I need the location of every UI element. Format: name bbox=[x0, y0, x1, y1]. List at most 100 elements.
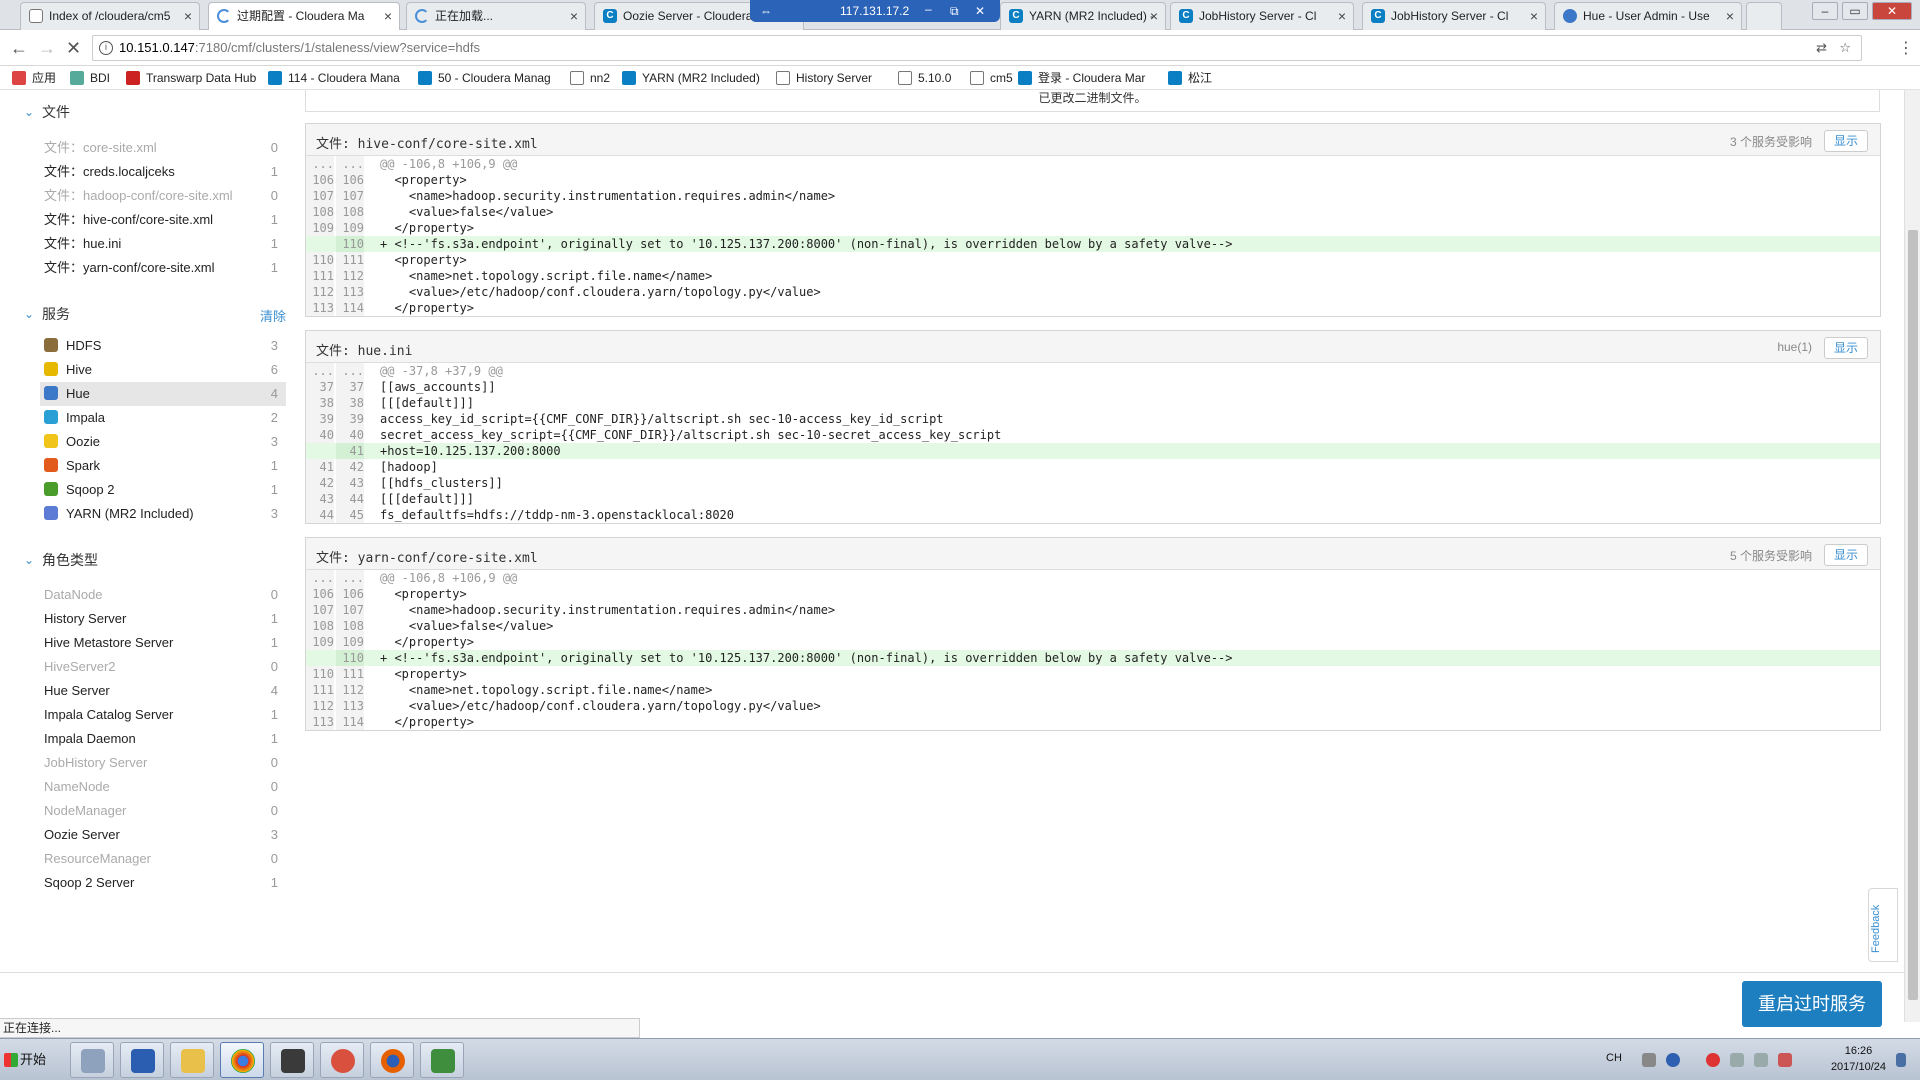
star-icon[interactable]: ☆ bbox=[1839, 36, 1851, 60]
bookmark-item[interactable]: cm5 bbox=[970, 69, 1013, 87]
sidebar-role-item[interactable]: History Server 1 bbox=[40, 607, 286, 631]
taskbar-firefox[interactable] bbox=[370, 1042, 414, 1078]
tab-close-icon[interactable]: × bbox=[1150, 3, 1158, 29]
tab-close-icon[interactable]: × bbox=[384, 3, 392, 29]
new-line-number: 112 bbox=[336, 682, 364, 698]
browser-tab[interactable]: C JobHistory Server - Cl × bbox=[1362, 2, 1546, 30]
restart-stale-services-button[interactable]: 重启过时服务 bbox=[1742, 981, 1882, 1027]
window-maximize-button[interactable]: ▭ bbox=[1842, 2, 1868, 20]
browser-tab[interactable]: Index of /cloudera/cm5 × bbox=[20, 2, 200, 30]
clock[interactable]: 16:26 2017/10/24 bbox=[1831, 1043, 1886, 1075]
restore-icon[interactable]: ⧉ bbox=[950, 0, 959, 22]
sidebar-service-item[interactable]: Spark 1 bbox=[40, 454, 286, 478]
scrollbar-thumb[interactable] bbox=[1908, 230, 1918, 1000]
bookmark-item[interactable]: YARN (MR2 Included) bbox=[622, 69, 760, 87]
sidebar-role-item[interactable]: Sqoop 2 Server 1 bbox=[40, 871, 286, 895]
sidebar-service-item[interactable]: Impala 2 bbox=[40, 406, 286, 430]
bookmark-item[interactable]: 114 - Cloudera Mana bbox=[268, 69, 400, 87]
bookmark-item[interactable]: Transwarp Data Hub bbox=[126, 69, 256, 87]
services-section-header[interactable]: ⌄ 服务 bbox=[24, 304, 70, 324]
sidebar-file-item[interactable]: 文件：hadoop-conf/core-site.xml 0 bbox=[40, 184, 286, 208]
minimize-icon[interactable]: – bbox=[925, 0, 932, 20]
sidebar-service-item[interactable]: Hue 4 bbox=[40, 382, 286, 406]
show-button[interactable]: 显示 bbox=[1824, 130, 1868, 152]
bookmark-item[interactable]: History Server bbox=[776, 69, 872, 87]
sidebar-file-item[interactable]: 文件：core-site.xml 0 bbox=[40, 136, 286, 160]
taskbar-explorer[interactable] bbox=[170, 1042, 214, 1078]
flag-icon[interactable] bbox=[1730, 1053, 1744, 1067]
sidebar-role-item[interactable]: Impala Catalog Server 1 bbox=[40, 703, 286, 727]
sidebar-role-item[interactable]: NodeManager 0 bbox=[40, 799, 286, 823]
tab-close-icon[interactable]: × bbox=[184, 3, 192, 29]
info-icon[interactable]: i bbox=[99, 41, 113, 55]
sidebar-role-item[interactable]: NameNode 0 bbox=[40, 775, 286, 799]
alert-icon[interactable] bbox=[1706, 1053, 1720, 1067]
menu-icon[interactable]: ⋮ bbox=[1898, 38, 1914, 58]
forward-arrow-icon[interactable]: → bbox=[38, 38, 56, 58]
new-tab-button[interactable] bbox=[1746, 2, 1782, 30]
page-scrollbar[interactable] bbox=[1904, 90, 1920, 1022]
bookmark-item[interactable]: 应用 bbox=[12, 69, 56, 87]
window-close-button[interactable]: ✕ bbox=[1872, 2, 1912, 20]
sidebar-role-item[interactable]: HiveServer2 0 bbox=[40, 655, 286, 679]
tab-close-icon[interactable]: × bbox=[1338, 3, 1346, 29]
browser-tab[interactable]: C JobHistory Server - Cl × bbox=[1170, 2, 1354, 30]
close-icon[interactable]: ✕ bbox=[975, 0, 985, 22]
volume-icon[interactable] bbox=[1778, 1053, 1792, 1067]
browser-tab[interactable]: Hue - User Admin - Use × bbox=[1554, 2, 1742, 30]
browser-tab[interactable]: C YARN (MR2 Included) - × bbox=[1000, 2, 1166, 30]
translate-icon[interactable]: ⇄ bbox=[1816, 36, 1827, 60]
tab-close-icon[interactable]: × bbox=[570, 3, 578, 29]
network-icon[interactable] bbox=[1754, 1053, 1768, 1067]
pin-icon[interactable]: ⇔ bbox=[760, 0, 772, 22]
sidebar-service-item[interactable]: Oozie 3 bbox=[40, 430, 286, 454]
sidebar-service-item[interactable]: Sqoop 2 1 bbox=[40, 478, 286, 502]
window-minimize-button[interactable]: – bbox=[1812, 2, 1838, 20]
bookmark-item[interactable]: 5.10.0 bbox=[898, 69, 951, 87]
taskbar-app-red[interactable] bbox=[320, 1042, 364, 1078]
browser-tab[interactable]: 过期配置 - Cloudera Ma × bbox=[208, 2, 400, 30]
browser-tab[interactable]: 正在加载... × bbox=[406, 2, 586, 30]
tab-close-icon[interactable]: × bbox=[1726, 3, 1734, 29]
back-arrow-icon[interactable]: ← bbox=[10, 38, 28, 58]
taskbar-app-green[interactable] bbox=[420, 1042, 464, 1078]
clear-filter-link[interactable]: 清除 bbox=[260, 306, 286, 325]
sidebar-file-item[interactable]: 文件：yarn-conf/core-site.xml 1 bbox=[40, 256, 286, 280]
sidebar-role-item[interactable]: ResourceManager 0 bbox=[40, 847, 286, 871]
sidebar-role-item[interactable]: DataNode 0 bbox=[40, 583, 286, 607]
role-types-section-header[interactable]: ⌄ 角色类型 bbox=[24, 550, 98, 570]
sidebar-service-item[interactable]: YARN (MR2 Included) 3 bbox=[40, 502, 286, 526]
url-input[interactable]: i 10.151.0.147:7180/cmf/clusters/1/stale… bbox=[92, 35, 1862, 61]
taskbar-powershell[interactable] bbox=[120, 1042, 164, 1078]
sidebar-file-item[interactable]: 文件：hue.ini 1 bbox=[40, 232, 286, 256]
taskbar-chrome[interactable] bbox=[220, 1042, 264, 1078]
bookmark-item[interactable]: 50 - Cloudera Manag bbox=[418, 69, 551, 87]
show-button[interactable]: 显示 bbox=[1824, 337, 1868, 359]
bookmark-item[interactable]: nn2 bbox=[570, 69, 610, 87]
taskbar-sublime[interactable] bbox=[270, 1042, 314, 1078]
sidebar-role-item[interactable]: Impala Daemon 1 bbox=[40, 727, 286, 751]
sidebar-file-item[interactable]: 文件：hive-conf/core-site.xml 1 bbox=[40, 208, 286, 232]
start-button[interactable]: 开始 bbox=[0, 1043, 50, 1077]
keyboard-icon[interactable] bbox=[1642, 1053, 1656, 1067]
stop-loading-icon[interactable]: ✕ bbox=[66, 38, 81, 58]
sidebar-role-item[interactable]: Oozie Server 3 bbox=[40, 823, 286, 847]
sidebar-role-item[interactable]: JobHistory Server 0 bbox=[40, 751, 286, 775]
sidebar-role-item[interactable]: Hue Server 4 bbox=[40, 679, 286, 703]
taskbar-server-manager[interactable] bbox=[70, 1042, 114, 1078]
bookmark-item[interactable]: BDI bbox=[70, 69, 110, 87]
sidebar-file-item[interactable]: 文件：creds.localjceks 1 bbox=[40, 160, 286, 184]
sidebar-service-item[interactable]: Hive 6 bbox=[40, 358, 286, 382]
help-icon[interactable] bbox=[1666, 1053, 1680, 1067]
feedback-tab[interactable]: Feedback bbox=[1868, 888, 1898, 962]
show-button[interactable]: 显示 bbox=[1824, 544, 1868, 566]
sidebar-role-item[interactable]: Hive Metastore Server 1 bbox=[40, 631, 286, 655]
remote-desktop-bar[interactable]: ⇔ 117.131.17.2 – ⧉ ✕ bbox=[750, 0, 1000, 22]
sidebar-service-item[interactable]: HDFS 3 bbox=[40, 334, 286, 358]
input-language[interactable]: CH bbox=[1606, 1052, 1622, 1064]
tab-close-icon[interactable]: × bbox=[1530, 3, 1538, 29]
files-section-header[interactable]: ⌄ 文件 bbox=[24, 102, 70, 122]
bookmark-item[interactable]: 登录 - Cloudera Mar bbox=[1018, 69, 1145, 87]
bookmark-item[interactable]: 松江 bbox=[1168, 69, 1212, 87]
show-desktop-button[interactable] bbox=[1896, 1053, 1906, 1067]
